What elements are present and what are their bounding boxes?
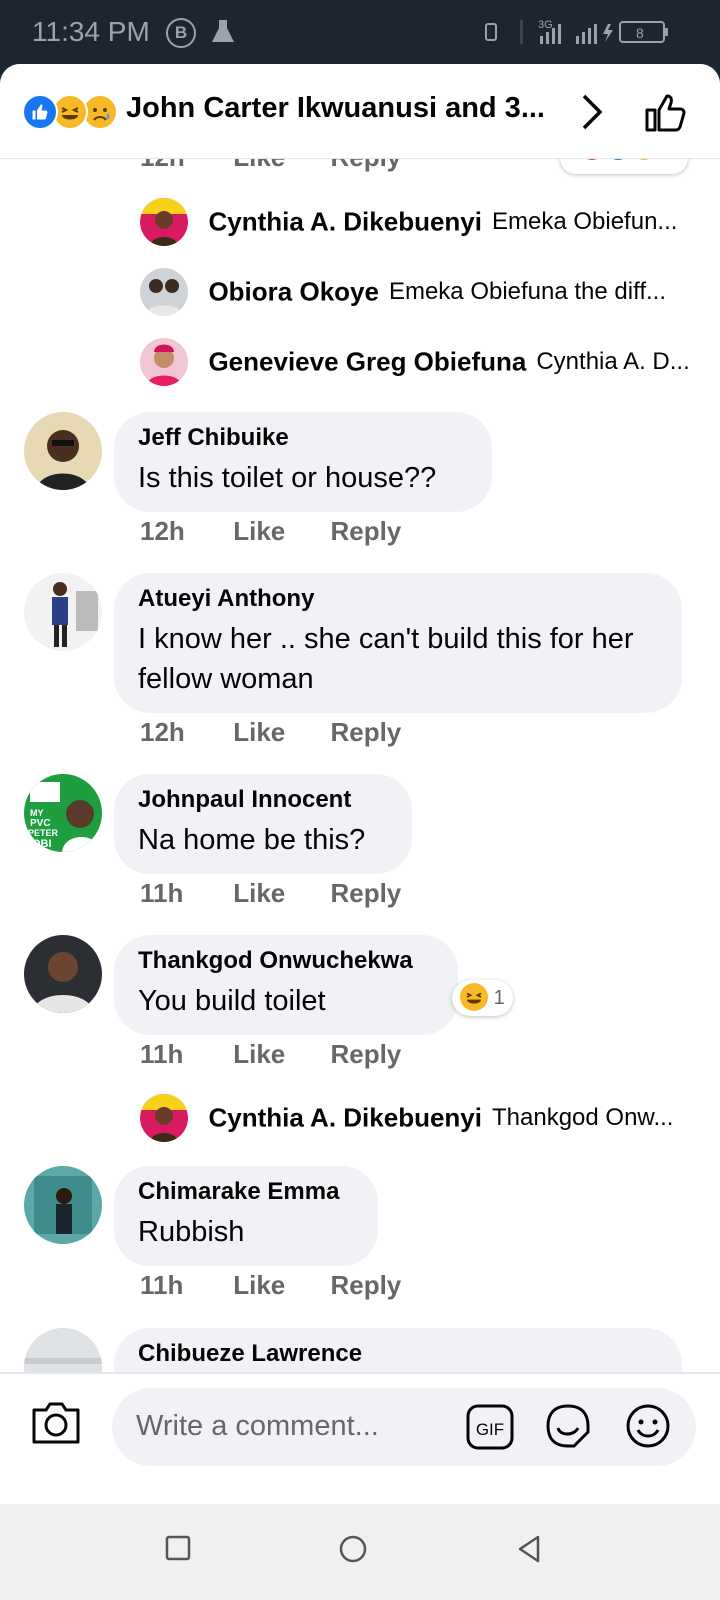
comment-author[interactable]: Thankgod Onwuchekwa <box>138 947 434 975</box>
comment-meta: 11h Like Reply <box>140 1039 401 1070</box>
reaction-icons <box>585 158 651 160</box>
reply-item[interactable]: Cynthia A. Dikebuenyi Emeka Obiefun... <box>140 198 677 248</box>
comment-time: 12h <box>140 717 185 747</box>
reply-text: Cynthia A. D... <box>536 348 690 375</box>
system-nav-bar <box>0 1504 720 1600</box>
reply-author[interactable]: Genevieve Greg Obiefuna <box>208 347 526 377</box>
comments-header: John Carter Ikwuanusi and 3... <box>0 64 720 159</box>
avatar[interactable] <box>140 198 188 246</box>
comment-time: 12h <box>140 158 226 173</box>
back-icon[interactable] <box>514 1534 544 1564</box>
haha-reaction-icon <box>460 982 488 1011</box>
reply-text: Thankgod Onw... <box>492 1104 674 1131</box>
avatar[interactable] <box>24 1166 102 1244</box>
comment-bubble[interactable]: Chimarake Emma Rubbish <box>114 1166 378 1266</box>
reply-link[interactable]: Reply <box>330 1270 401 1301</box>
comment-meta: 12h Like Reply <box>140 158 401 173</box>
avatar[interactable]: MY PVC PETER OBI <box>24 774 102 852</box>
comment-meta: 11h Like Reply <box>140 1270 401 1301</box>
comment-author[interactable]: Chibueze Lawrence <box>138 1340 658 1368</box>
avatar[interactable] <box>140 1094 188 1142</box>
comment-author[interactable]: Johnpaul Innocent <box>138 786 388 814</box>
reaction-badge[interactable] <box>560 158 688 174</box>
comment-bubble[interactable]: Jeff Chibuike Is this toilet or house?? <box>114 412 492 512</box>
comment-meta: 12h Like Reply <box>140 516 401 547</box>
comment-text: Rubbish <box>138 1216 245 1248</box>
reaction-count: 1 <box>493 987 505 1009</box>
reply-link[interactable]: Reply <box>330 516 401 547</box>
emoji-icon[interactable] <box>624 1402 672 1450</box>
battery-level: 8 <box>636 25 644 41</box>
comment-author[interactable]: Jeff Chibuike <box>138 424 468 452</box>
reply-author[interactable]: Obiora Okoye <box>208 277 379 307</box>
like-link[interactable]: Like <box>233 1039 323 1070</box>
reply-link[interactable]: Reply <box>330 158 401 173</box>
avatar[interactable] <box>140 338 188 386</box>
status-icons: 3G 8 <box>485 19 668 44</box>
like-link[interactable]: Like <box>233 158 323 173</box>
like-link[interactable]: Like <box>233 717 323 748</box>
reply-author[interactable]: Cynthia A. Dikebuenyi <box>208 207 482 237</box>
status-time: 11:34 PM <box>32 16 150 47</box>
comment-composer: Write a comment... GIF <box>0 1372 720 1474</box>
comment-text: Is this toilet or house?? <box>138 462 437 494</box>
like-link[interactable]: Like <box>233 516 323 547</box>
recent-apps-icon[interactable] <box>164 1534 192 1562</box>
avatar[interactable] <box>24 935 102 1013</box>
comment-text: Na home be this? <box>138 824 366 856</box>
avatar-text: MY <box>30 808 44 818</box>
sticker-icon[interactable] <box>544 1402 592 1450</box>
b-icon: B <box>166 18 196 48</box>
comment-placeholder: Write a comment... <box>136 1410 379 1442</box>
comment-bubble[interactable]: Atueyi Anthony I know her .. she can't b… <box>114 573 682 713</box>
comment-text: You build toilet <box>138 985 326 1017</box>
reply-link[interactable]: Reply <box>330 1039 401 1070</box>
avatar[interactable] <box>24 412 102 490</box>
gif-label: GIF <box>476 1420 504 1439</box>
reply-link[interactable]: Reply <box>330 717 401 748</box>
avatar[interactable] <box>140 268 188 316</box>
gif-icon[interactable]: GIF <box>466 1404 514 1450</box>
home-icon[interactable] <box>338 1534 368 1564</box>
like-thumb-icon[interactable] <box>644 90 688 134</box>
network-type: 3G <box>538 19 553 31</box>
comment-time: 11h <box>140 878 184 908</box>
comment-input[interactable]: Write a comment... GIF <box>112 1388 696 1466</box>
comment-feed: 12h Like Reply Cynthia A. Dikebuenyi Emek… <box>0 158 720 1470</box>
like-link[interactable]: Like <box>233 1270 323 1301</box>
reply-text: Emeka Obiefun... <box>492 208 678 235</box>
reply-text: Emeka Obiefuna the diff... <box>388 278 667 305</box>
reactors-title[interactable]: John Carter Ikwuanusi and 3... <box>126 92 545 125</box>
comment-time: 11h <box>140 1039 184 1069</box>
comment-author[interactable]: Chimarake Emma <box>138 1178 354 1206</box>
reply-item[interactable]: Obiora Okoye Emeka Obiefuna the diff... <box>140 268 666 318</box>
camera-icon[interactable] <box>30 1396 82 1448</box>
reply-author[interactable]: Cynthia A. Dikebuenyi <box>208 1103 482 1133</box>
reaction-summary[interactable] <box>22 94 122 130</box>
comment-bubble[interactable]: Thankgod Onwuchekwa You build toilet <box>114 935 458 1035</box>
comment-time: 12h <box>140 516 185 546</box>
reply-item[interactable]: Cynthia A. Dikebuenyi Thankgod Onw... <box>140 1094 673 1144</box>
avatar[interactable] <box>24 573 102 651</box>
flask-icon <box>212 20 234 42</box>
comment-bubble[interactable]: Johnpaul Innocent Na home be this? <box>114 774 412 874</box>
chevron-right-icon[interactable] <box>578 92 608 132</box>
avatar-text: OBI <box>32 838 52 850</box>
comments-sheet: John Carter Ikwuanusi and 3... 12h Like … <box>0 64 720 1504</box>
like-reaction-icon <box>22 94 58 130</box>
comment-meta: 12h Like Reply <box>140 717 401 748</box>
comment-meta: 11h Like Reply <box>140 878 401 909</box>
like-link[interactable]: Like <box>233 878 323 909</box>
comment-author[interactable]: Atueyi Anthony <box>138 585 658 613</box>
status-bar: 11:34 PM B 3G 8 <box>0 0 720 70</box>
reply-link[interactable]: Reply <box>330 878 401 909</box>
avatar-text: PETER <box>28 828 59 838</box>
reply-item[interactable]: Genevieve Greg Obiefuna Cynthia A. D... <box>140 338 690 388</box>
comment-time: 11h <box>140 1270 184 1300</box>
comment-text: I know her .. she can't build this for h… <box>138 623 634 695</box>
reaction-badge[interactable]: 1 <box>452 980 513 1016</box>
